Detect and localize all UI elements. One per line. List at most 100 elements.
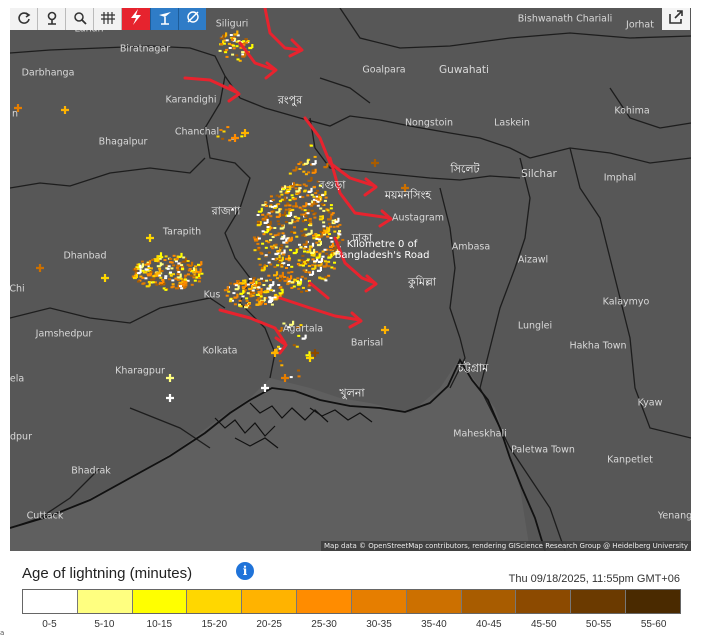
division-label: বগুড়া	[318, 178, 346, 192]
place-label: Biratnagar	[119, 43, 171, 55]
place-label: Aizawl	[517, 254, 549, 266]
legend-swatch	[77, 590, 133, 613]
place-label: Kus	[203, 289, 221, 301]
place-label: Kharagpur	[115, 365, 165, 377]
lightning-strike-marker	[166, 394, 174, 402]
lightning-strike-marker	[275, 212, 281, 218]
place-label: Bishwanath Chariali	[517, 13, 613, 25]
lightning-strike-marker	[371, 159, 379, 167]
place-label: Jorhat	[626, 19, 654, 31]
legend-swatch	[461, 590, 517, 613]
place-label: n	[11, 108, 19, 120]
lightning-strike-marker	[288, 219, 294, 225]
legend-color-bar	[22, 589, 681, 614]
lightning-strike-marker	[307, 176, 313, 182]
lightning-strike-marker	[271, 349, 279, 357]
lightning-strike-marker	[269, 281, 275, 287]
lightning-strike-marker	[302, 202, 308, 208]
legend-label: 15-20	[201, 619, 228, 630]
refresh-button[interactable]	[10, 8, 38, 30]
thunder-cloud-icon	[157, 9, 173, 29]
lightning-strike-marker	[303, 159, 309, 165]
division-label: সিলেট	[450, 162, 480, 176]
lightning-strike-marker	[261, 215, 267, 221]
legend-label: 55-60	[640, 619, 667, 630]
place-label: Dhanbad	[63, 250, 107, 262]
place-label: Yenang	[657, 510, 691, 522]
lightning-strike-marker	[281, 211, 287, 217]
place-label: Chanchal	[174, 126, 220, 138]
place-label: ela	[10, 373, 25, 385]
lightning-strike-marker	[233, 293, 239, 299]
timestamp: Thu 09/18/2025, 11:55pm GMT+06	[508, 573, 680, 585]
legend-label: 50-55	[585, 619, 612, 630]
place-label: Ambasa	[451, 241, 491, 253]
lightning-strike-marker	[311, 349, 319, 357]
place-label: Kanpetlet	[607, 454, 653, 466]
lightning-strike-marker	[146, 234, 154, 242]
lightning-strike-marker	[319, 227, 325, 233]
pin-button[interactable]	[38, 8, 66, 30]
legend-swatch	[516, 590, 572, 613]
legend-title: Age of lightning (minutes)	[22, 565, 193, 582]
lightning-strike-marker	[307, 229, 313, 235]
lightning-strike-marker	[145, 282, 151, 288]
lightning-strike-marker	[257, 207, 263, 213]
place-label: Kolkata	[202, 345, 238, 357]
grid-button[interactable]	[94, 8, 122, 30]
lightning-icon	[129, 9, 143, 29]
lightning-strike-marker	[255, 300, 261, 306]
legend-label: 20-25	[256, 619, 282, 630]
lightning-strike-marker	[316, 266, 322, 272]
lightning-map[interactable]: Siliguri Lahan Biratnagar Darbhanga Kara…	[10, 8, 691, 551]
info-icon[interactable]: i	[236, 562, 254, 580]
legend-label: 0-5	[42, 619, 57, 630]
lightning-strike-marker	[36, 264, 44, 272]
lightning-strike-marker	[327, 215, 333, 221]
lightning-strike-marker	[166, 374, 174, 382]
place-label: Nongstoin	[404, 117, 454, 129]
refresh-icon	[17, 10, 31, 29]
place-label: Bhagalpur	[98, 136, 148, 148]
place-label: Maheskhali	[453, 428, 507, 440]
place-label: Tarapith	[162, 226, 202, 238]
map-attribution[interactable]: Map data © OpenStreetMap contributors, r…	[321, 541, 691, 551]
lightning-strike-marker	[281, 374, 289, 382]
place-label: Goalpara	[362, 64, 406, 76]
lightning-layer-button[interactable]	[122, 8, 150, 30]
place-label: Darbhanga	[21, 67, 75, 79]
lightning-strike-marker	[275, 208, 281, 214]
legend-swatch	[242, 590, 298, 613]
lightning-strike-marker	[307, 187, 313, 193]
pin-icon	[45, 10, 59, 29]
lightning-strike-marker	[323, 163, 329, 169]
zoom-button[interactable]	[66, 8, 94, 30]
page-marker: a	[0, 629, 5, 637]
place-label: Kalaymyo	[602, 296, 650, 308]
place-label: Cuttack	[26, 510, 64, 522]
place-label: Laskein	[494, 117, 530, 129]
map-canvas[interactable]	[10, 8, 691, 551]
lightning-strike-marker	[188, 261, 194, 267]
lightning-strike-marker	[223, 286, 229, 292]
place-label: Austagram	[391, 212, 445, 224]
lightning-strike-marker	[301, 334, 307, 340]
legend-label: 30-35	[366, 619, 392, 630]
lightning-strike-marker	[248, 44, 254, 50]
thunder-cloud-button[interactable]	[150, 8, 178, 30]
legend-label: 40-45	[476, 619, 502, 630]
place-label: Hakha Town	[569, 340, 627, 352]
lightning-strike-marker	[153, 255, 159, 261]
place-label: dpur	[10, 431, 32, 443]
satellite-icon	[185, 9, 201, 29]
legend-swatch	[187, 590, 243, 613]
fullscreen-button[interactable]	[662, 8, 690, 30]
place-label: Lunglei	[517, 320, 553, 332]
place-label: Karandighi	[165, 94, 217, 106]
map-toolbar	[10, 8, 206, 30]
satellite-button[interactable]	[178, 8, 206, 30]
legend-swatch	[406, 590, 462, 613]
lightning-strike-marker	[231, 134, 239, 142]
lightning-strike-marker	[248, 285, 254, 291]
place-label: Guwahati	[439, 64, 489, 76]
